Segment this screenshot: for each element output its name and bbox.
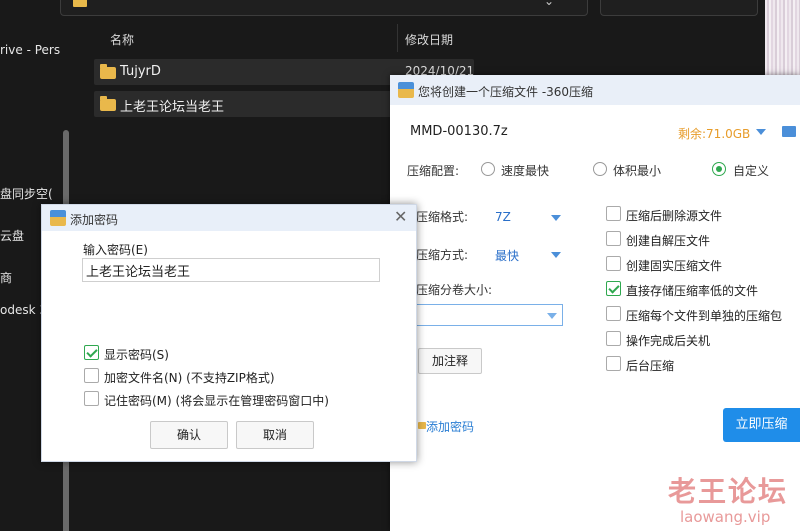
option-label: 后台压缩 xyxy=(626,359,675,373)
free-space-label: 剩余:71.0GB xyxy=(678,127,751,141)
column-header-modified[interactable]: 修改日期 xyxy=(405,31,453,48)
format-dropdown-icon[interactable] xyxy=(551,215,561,221)
option-checkbox-store-low-ratio[interactable] xyxy=(606,281,621,296)
add-password-link[interactable]: 添加密码 xyxy=(426,418,474,435)
option-label: 压缩每个文件到单独的压缩包 xyxy=(626,309,783,323)
option-label: 创建固实压缩文件 xyxy=(626,259,723,273)
encrypt-filenames-label: 加密文件名(N) (不支持ZIP格式) xyxy=(104,371,275,385)
nav-item-cloud[interactable]: 云盘 xyxy=(0,227,24,244)
radio-label: 自定义 xyxy=(733,164,770,178)
folder-icon xyxy=(73,0,87,7)
nav-item-autodesk[interactable]: odesk 3 xyxy=(0,303,47,317)
option-label: 压缩后删除源文件 xyxy=(626,209,723,223)
format-select[interactable]: 7Z xyxy=(495,210,511,224)
remember-password-label: 记住密码(M) (将会显示在管理密码窗口中) xyxy=(104,394,329,408)
cancel-button[interactable]: 取消 xyxy=(236,421,314,449)
volume-size-combo[interactable] xyxy=(416,304,563,326)
column-divider[interactable] xyxy=(397,24,398,52)
360-zip-icon xyxy=(398,82,414,98)
lock-icon xyxy=(418,422,426,429)
address-bar[interactable] xyxy=(60,0,588,16)
volume-dropdown-icon[interactable] xyxy=(547,313,557,319)
password-input[interactable]: 上老王论坛当老王 xyxy=(82,258,380,282)
dialog-title: 添加密码 xyxy=(70,213,119,227)
option-checkbox-background[interactable] xyxy=(606,356,621,371)
compress-window: 您将创建一个压缩文件 -360压缩 MMD-00130.7z 剩余:71.0GB… xyxy=(390,75,800,531)
browse-folder-icon[interactable] xyxy=(782,126,796,137)
option-label: 操作完成后关机 xyxy=(626,334,711,348)
show-password-checkbox[interactable] xyxy=(84,345,99,360)
watermark-url: laowang.vip xyxy=(680,508,771,526)
folder-icon xyxy=(100,64,116,79)
option-label: 创建自解压文件 xyxy=(626,234,711,248)
search-input[interactable] xyxy=(600,0,758,16)
option-label: 直接存储压缩率低的文件 xyxy=(626,284,759,298)
method-label: 压缩方式: xyxy=(416,248,469,262)
option-checkbox-delete-source[interactable] xyxy=(606,206,621,221)
close-icon[interactable]: ✕ xyxy=(394,207,407,226)
output-path-row: MMD-00130.7z 剩余:71.0GB xyxy=(390,117,800,145)
config-label: 压缩配置: xyxy=(407,164,460,178)
nav-item-shop[interactable]: 商 xyxy=(0,269,12,286)
add-comment-button[interactable]: 加注释 xyxy=(418,348,482,374)
column-header-name[interactable]: 名称 xyxy=(110,31,134,48)
option-checkbox-separate-archives[interactable] xyxy=(606,306,621,321)
radio-custom[interactable] xyxy=(712,162,726,176)
folder-icon xyxy=(100,96,116,111)
radio-label: 体积最小 xyxy=(613,164,662,178)
output-filename-field[interactable]: MMD-00130.7z xyxy=(410,124,508,139)
format-label: 压缩格式: xyxy=(416,210,469,224)
360-zip-icon xyxy=(50,210,66,226)
method-select[interactable]: 最快 xyxy=(495,247,519,264)
dialog-titlebar[interactable]: 添加密码 ✕ xyxy=(42,205,416,231)
method-dropdown-icon[interactable] xyxy=(551,252,561,258)
compress-titlebar[interactable]: 您将创建一个压缩文件 -360压缩 xyxy=(390,75,800,105)
option-checkbox-solid[interactable] xyxy=(606,256,621,271)
watermark-text: 老王论坛 xyxy=(668,475,789,508)
chevron-down-icon[interactable]: ⌄ xyxy=(544,0,554,8)
file-name: 上老王论坛当老王 xyxy=(120,100,225,115)
file-name: TujyrD xyxy=(120,64,161,79)
radio-size-smallest[interactable] xyxy=(593,162,607,176)
confirm-button[interactable]: 确认 xyxy=(150,421,228,449)
window-title: 您将创建一个压缩文件 -360压缩 xyxy=(418,85,594,99)
volume-size-label: 压缩分卷大小: xyxy=(416,283,493,297)
option-checkbox-sfx[interactable] xyxy=(606,231,621,246)
show-password-label: 显示密码(S) xyxy=(104,348,169,362)
nav-item-onedrive[interactable]: rive - Pers xyxy=(0,43,60,57)
nav-item-sync[interactable]: 盘同步空( xyxy=(0,185,53,202)
remember-password-checkbox[interactable] xyxy=(84,391,99,406)
path-dropdown-icon[interactable] xyxy=(756,129,766,135)
password-label: 输入密码(E) xyxy=(83,243,148,257)
radio-speed-fastest[interactable] xyxy=(481,162,495,176)
add-password-dialog: 添加密码 ✕ 输入密码(E) 上老王论坛当老王 显示密码(S) 加密文件名(N)… xyxy=(41,204,417,462)
compress-now-button[interactable]: 立即压缩 xyxy=(723,408,800,442)
encrypt-filenames-checkbox[interactable] xyxy=(84,368,99,383)
option-checkbox-shutdown[interactable] xyxy=(606,331,621,346)
radio-label: 速度最快 xyxy=(501,164,550,178)
